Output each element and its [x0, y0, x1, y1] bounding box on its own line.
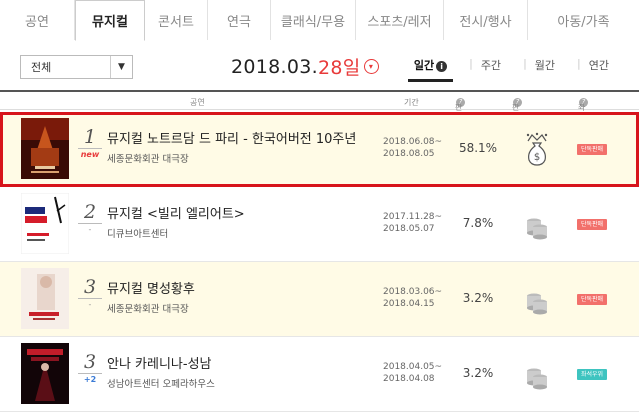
period-yearly[interactable]: 연간 [589, 57, 609, 79]
col-share: 판매점유율? [455, 97, 465, 156]
col-badge: 좌석? [578, 97, 588, 123]
col-sales: 판매액? [512, 97, 522, 134]
tab-classic-dance[interactable]: 클래식/무용 [271, 0, 356, 40]
period-end: 2018.08.05 [383, 149, 435, 159]
tab-exhibition-event[interactable]: 전시/행사 [444, 0, 528, 40]
table-row[interactable]: 3 - 뮤지컬 명성황후 세종문화회관 대극장 2018.03.06~ 2018… [0, 262, 639, 337]
rank: 2 - [78, 203, 102, 234]
status-badge: 단독판매 [577, 144, 608, 155]
rank: 1 new [78, 128, 102, 159]
svg-text:$: $ [534, 152, 540, 163]
period-end: 2018.05.07 [383, 224, 435, 234]
status-badge: 단독판매 [577, 219, 608, 230]
info-icon[interactable]: i [436, 61, 448, 72]
show-title[interactable]: 안나 카레니나-성남 [107, 353, 212, 372]
coin-stack-icon [525, 282, 549, 316]
period-daily-label: 일간 [413, 59, 435, 72]
show-title[interactable]: 뮤지컬 <빌리 엘리어트> [107, 203, 245, 222]
divider: | [577, 57, 581, 70]
sales-share: 3.2% [462, 291, 494, 305]
divider: | [523, 57, 527, 70]
calendar-dropdown-icon[interactable]: ▾ [363, 59, 379, 74]
date-prefix: 2018.03. [231, 55, 319, 78]
period-start: 2018.03.06~ [383, 287, 443, 297]
rank-change: +2 [83, 375, 97, 384]
sales-share: 58.1% [458, 141, 498, 155]
period-daily[interactable]: 일간 i [407, 57, 454, 82]
tab-sports-leisure[interactable]: 스포츠/레저 [356, 0, 444, 40]
poster-anna-karenina[interactable] [21, 343, 69, 404]
show-venue: 성남아트센터 오페라하우스 [107, 379, 215, 390]
coin-stack-icon [525, 357, 549, 391]
show-venue: 세종문화회관 대극장 [107, 154, 189, 165]
tab-musical[interactable]: 뮤지컬 [75, 0, 145, 41]
tab-performance[interactable]: 공연 [0, 0, 75, 40]
period-end: 2018.04.08 [383, 374, 435, 384]
tab-kids-family[interactable]: 아동/가족 [528, 0, 639, 40]
chevron-down-icon[interactable]: ▼ [110, 56, 132, 78]
show-title[interactable]: 뮤지컬 노트르담 드 파리 - 한국어버전 10주년 [107, 128, 356, 147]
period-weekly[interactable]: 주간 [481, 57, 501, 79]
genre-select[interactable]: 전체 ▼ [20, 55, 133, 79]
table-row[interactable]: 3 +2 안나 카레니나-성남 성남아트센터 오페라하우스 2018.04.05… [0, 337, 639, 412]
rank: 3 - [78, 278, 102, 309]
coin-stack-icon [525, 207, 549, 241]
show-title[interactable]: 뮤지컬 명성황후 [107, 278, 195, 297]
rank-number: 1 [78, 128, 102, 149]
table-row[interactable]: 2 - 뮤지컬 <빌리 엘리어트> 디큐브아트센터 2017.11.28~ 20… [0, 187, 639, 262]
rank-number: 3 [78, 353, 102, 374]
poster-myungsung-empress[interactable] [21, 268, 69, 329]
period-toggle: 일간 i | 주간 | 월간 | 연간 [392, 57, 609, 82]
rank-change: new [80, 150, 100, 159]
table-row[interactable]: 1 new 뮤지컬 노트르담 드 파리 - 한국어버전 10주년 세종문화회관 … [0, 112, 639, 187]
show-venue: 세종문화회관 대극장 [107, 304, 189, 315]
tab-concert[interactable]: 콘서트 [145, 0, 208, 40]
col-period: 기간 [404, 98, 419, 107]
status-badge: 단독판매 [577, 294, 608, 305]
genre-select-value: 전체 [31, 61, 52, 74]
date-day[interactable]: 28일 [318, 53, 361, 80]
period-monthly[interactable]: 월간 [535, 57, 555, 79]
table-header: 공연 기간 판매점유율? 판매액? 좌석? [0, 90, 639, 156]
sales-share: 7.8% [462, 216, 494, 230]
period-start: 2018.06.08~ [383, 137, 443, 147]
divider: | [469, 57, 473, 70]
show-period: 2018.03.06~ 2018.04.15 [383, 286, 442, 310]
show-period: 2018.04.05~ 2018.04.08 [383, 361, 442, 385]
show-period: 2017.11.28~ 2018.05.07 [383, 211, 442, 235]
sales-share: 3.2% [462, 366, 494, 380]
poster-billy-elliot[interactable] [21, 193, 69, 254]
show-period: 2018.06.08~ 2018.08.05 [383, 136, 442, 160]
period-end: 2018.04.15 [383, 299, 435, 309]
rank-number: 3 [78, 278, 102, 299]
poster-notre-dame[interactable] [21, 118, 69, 179]
show-venue: 디큐브아트센터 [107, 229, 169, 240]
period-start: 2018.04.05~ [383, 362, 443, 372]
rank-number: 2 [78, 203, 102, 224]
rank-change: - [88, 300, 92, 309]
crown-money-bag-icon: $ [525, 132, 549, 166]
tab-play[interactable]: 연극 [208, 0, 271, 40]
period-start: 2017.11.28~ [383, 212, 443, 222]
ranking-date: 2018.03. 28일 ▾ [231, 53, 379, 80]
status-badge: 좌석우위 [577, 369, 608, 380]
category-tabs: 공연 뮤지컬 콘서트 연극 클래식/무용 스포츠/레저 전시/행사 아동/가족 [0, 0, 639, 41]
col-show: 공연 [190, 98, 205, 107]
rank: 3 +2 [78, 353, 102, 384]
rank-change: - [88, 225, 92, 234]
